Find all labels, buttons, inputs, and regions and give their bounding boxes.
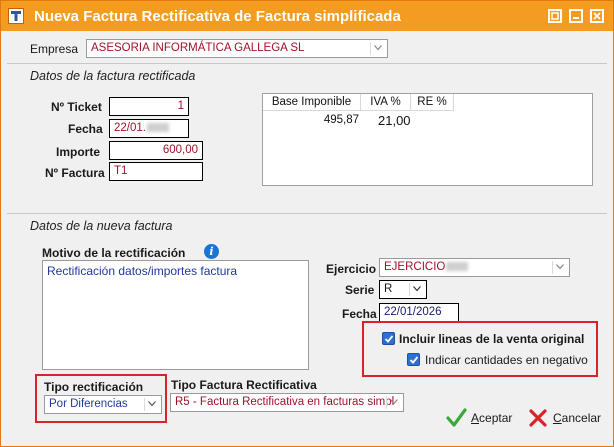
grid-cell-iva: 21,00 [378,113,411,128]
chevron-down-icon[interactable] [370,42,384,55]
factura-label: Nº Factura [45,166,105,180]
empresa-label: Empresa [30,42,79,56]
ticket-field[interactable]: 1 [109,97,189,116]
cantidades-negativo-checkbox[interactable] [407,353,420,366]
ejercicio-label: Ejercicio [326,262,377,276]
dialog-window: Nueva Factura Rectificativa de Factura s… [0,0,614,447]
cantidades-negativo-label[interactable]: Indicar cantidades en negativo [425,353,588,367]
tipo-factura-value: R5 - Factura Rectificativa en facturas s… [175,396,395,408]
close-icon[interactable] [590,9,604,23]
factura-field[interactable]: T1 [109,162,203,181]
tipo-rect-value: Por Diferencias [49,398,128,410]
iva-grid[interactable]: Base Imponible IVA % RE % 495,87 21,00 [262,93,593,186]
serie-label: Serie [345,283,375,297]
divider [7,213,607,214]
incluir-lineas-checkbox[interactable] [382,332,395,345]
blurred-text [446,262,469,272]
ejercicio-value: EJERCICIO [384,261,446,273]
chevron-down-icon[interactable] [552,261,566,274]
cancelar-label: ancelar [561,411,602,425]
title-bar[interactable]: Nueva Factura Rectificativa de Factura s… [1,1,613,31]
chevron-down-icon[interactable] [386,396,400,409]
nueva-section-title: Datos de la nueva factura [30,219,173,233]
grid-header-base: Base Imponible [263,94,361,111]
info-icon[interactable]: i [204,244,219,259]
incluir-lineas-label[interactable]: Incluir lineas de la venta original [399,332,584,346]
empresa-value: ASESORIA INFORMÁTICA GALLEGA SL [91,42,305,54]
motivo-textarea[interactable]: Rectificación datos/importes factura [42,260,309,370]
highlight-box [362,321,598,377]
aceptar-label: ceptar [479,411,513,425]
cancelar-accel: C [553,411,562,425]
grid-header-re: RE % [411,94,454,111]
ejercicio-select[interactable]: EJERCICIO [379,258,570,277]
rectificada-section-title: Datos de la factura rectificada [30,69,196,83]
importe-field[interactable]: 600,00 [109,141,203,160]
tipo-factura-label: Tipo Factura Rectificativa [171,378,317,392]
cancel-x-icon [529,409,547,427]
tipo-factura-select[interactable]: R5 - Factura Rectificativa en facturas s… [170,393,404,412]
chevron-down-icon[interactable] [409,283,423,296]
restore-icon[interactable] [548,9,562,23]
app-icon [8,8,24,24]
aceptar-button[interactable]: Aceptar [445,407,517,429]
empresa-select[interactable]: ASESORIA INFORMÁTICA GALLEGA SL [86,39,388,58]
blurred-text [146,123,169,133]
fecha-rect-value: 22/01. [114,122,146,134]
serie-value: R [384,283,393,295]
serie-select[interactable]: R [379,280,427,299]
tipo-rect-label: Tipo rectificación [44,380,144,394]
fecha-rect-label: Fecha [68,122,103,136]
importe-label: Importe [56,145,101,159]
grid-cell-base: 495,87 [323,114,359,126]
checkmark-icon [446,408,467,427]
window-title: Nueva Factura Rectificativa de Factura s… [34,8,401,25]
grid-header-iva: IVA % [361,94,411,111]
tipo-rect-select[interactable]: Por Diferencias [44,395,162,414]
motivo-label: Motivo de la rectificación [42,246,186,260]
divider [7,63,607,64]
fecha-nueva-field[interactable]: 22/01/2026 [379,303,459,322]
fecha-rect-field[interactable]: 22/01. [109,119,189,138]
chevron-down-icon[interactable] [144,398,158,411]
ticket-label: Nº Ticket [51,100,102,114]
minimize-icon[interactable] [569,9,583,23]
aceptar-accel: A [471,411,480,425]
fecha-nueva-label: Fecha [342,307,377,321]
cancelar-button[interactable]: Cancelar [527,407,609,429]
